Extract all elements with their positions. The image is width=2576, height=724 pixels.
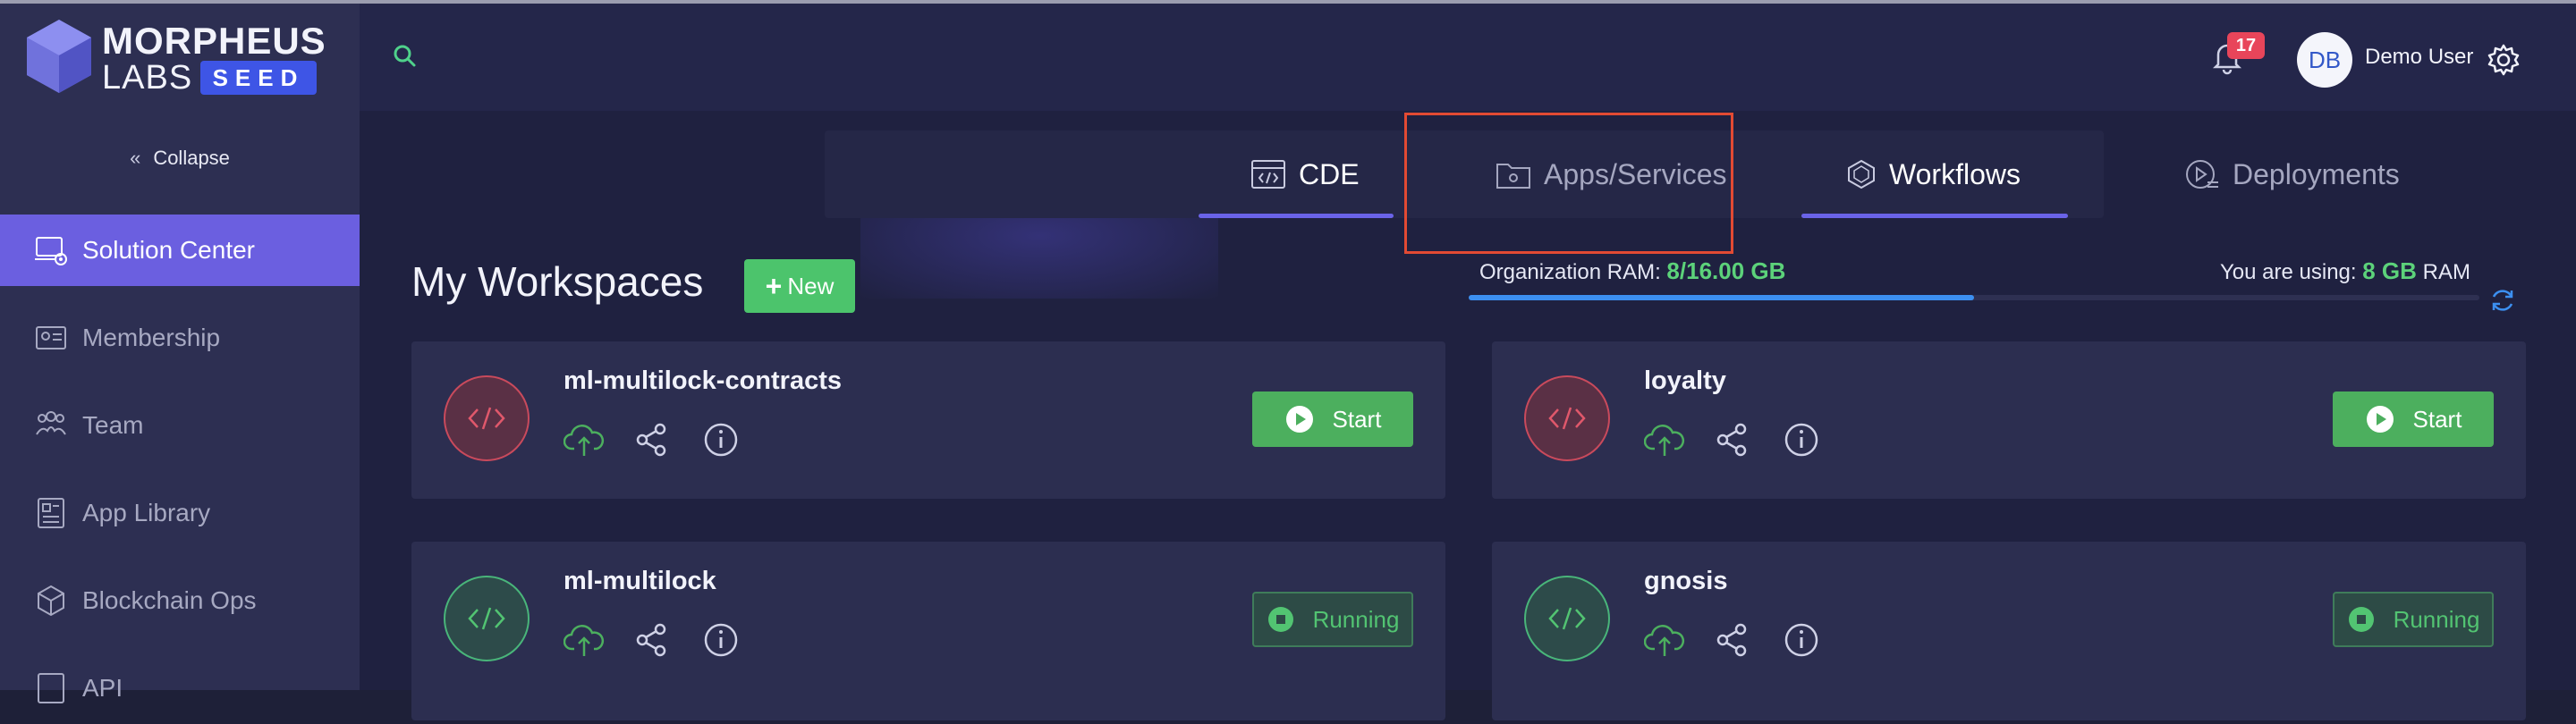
info-icon[interactable] [703,620,773,660]
sidebar-item-label: App Library [82,499,211,526]
ram-usage-bar [1469,295,2479,300]
workspace-card[interactable]: loyalty Start [1492,341,2526,499]
app-logo[interactable]: MORPHEUS LABS SEED [25,16,329,98]
workflows-tab-highlight [1404,113,1733,254]
sidebar-item-blockchain-ops[interactable]: Blockchain Ops [0,565,360,636]
team-icon [32,407,70,444]
logo-seed-badge: SEED [200,61,317,95]
workspace-name: ml-multilock [564,567,716,595]
user-ram-label: You are using: [2220,260,2357,284]
sidebar-item-api[interactable]: API [0,652,360,724]
search-icon[interactable] [392,43,419,74]
sidebar-item-label: Membership [82,324,221,351]
ram-usage-fill [1469,295,1974,300]
logo-text-labs: LABS [102,59,193,97]
deployments-play-icon [2184,157,2220,191]
tab-workflows[interactable]: Workflows [1801,130,2068,218]
org-ram-value: 8/16.00 GB [1666,257,1786,284]
code-window-icon [1250,159,1286,189]
cloud-upload-icon[interactable] [564,420,633,459]
cloud-upload-icon[interactable] [1644,620,1714,660]
stop-circle-icon [2347,605,2376,634]
share-icon[interactable] [633,420,703,459]
tab-label: Workflows [1889,157,2021,190]
plus-icon: + [765,269,783,302]
user-ram-usage: You are using: 8 GB RAM [2220,257,2470,285]
sidebar-item-team[interactable]: Team [0,390,360,461]
tab-cde[interactable]: CDE [1199,130,1394,218]
play-circle-icon [1284,404,1315,434]
workspace-card[interactable]: gnosis Running [1492,542,2526,720]
top-header: 17 DB Demo User [360,4,2576,111]
workspace-actions [1644,420,1853,459]
page-title: My Workspaces [411,258,704,305]
workflows-hexagon-icon [1846,159,1877,189]
solution-center-icon [32,232,70,269]
stop-circle-icon [1267,605,1295,634]
workspace-card[interactable]: ml-multilock Running [411,542,1445,720]
active-tab-indicator [1801,214,2068,218]
user-ram-unit: RAM [2422,260,2470,284]
code-icon [1524,576,1610,661]
logo-text-morpheus: MORPHEUS [102,20,326,62]
sidebar-item-membership[interactable]: Membership [0,302,360,374]
workspace-name: loyalty [1644,366,1726,395]
cloud-upload-icon[interactable] [564,620,633,660]
sidebar-item-label: Team [82,411,144,439]
refresh-icon[interactable] [2488,286,2517,319]
workspace-actions [564,620,773,660]
start-button[interactable]: Start [1252,391,1413,447]
workspace-name: ml-multilock-contracts [564,366,842,395]
start-button[interactable]: Start [2333,391,2494,447]
gear-icon[interactable] [2487,43,2521,81]
collapse-button[interactable]: « Collapse [0,147,360,191]
org-ram-label: Organization RAM: [1479,260,1661,284]
tab-label: Deployments [2233,157,2400,190]
notification-count-badge: 17 [2227,32,2265,59]
running-status-button[interactable]: Running [1252,592,1413,647]
info-icon[interactable] [1784,420,1853,459]
membership-icon [32,319,70,357]
share-icon[interactable] [633,620,703,660]
tab-deployments[interactable]: Deployments [2157,130,2426,218]
new-button-label: New [787,272,835,299]
avatar[interactable]: DB [2297,32,2352,88]
api-icon [32,669,70,707]
sidebar-item-label: Solution Center [82,236,256,264]
user-name[interactable]: Demo User [2365,45,2473,70]
workspace-actions [564,420,773,459]
new-workspace-button[interactable]: + New [744,259,855,313]
workspace-name: gnosis [1644,567,1728,595]
sidebar-item-solution-center[interactable]: Solution Center [0,215,360,286]
double-chevron-left-icon: « [130,147,141,169]
sidebar: MORPHEUS LABS SEED « Collapse Solution Ce… [0,4,360,703]
organization-ram: Organization RAM: 8/16.00 GB [1479,257,1785,285]
app-library-icon [32,494,70,532]
sidebar-item-label: Blockchain Ops [82,586,257,614]
collapse-label: Collapse [153,147,230,169]
info-icon[interactable] [703,420,773,459]
code-icon [444,375,530,461]
running-status-button[interactable]: Running [2333,592,2494,647]
code-icon [444,576,530,661]
info-icon[interactable] [1784,620,1853,660]
blockchain-ops-icon [32,582,70,619]
share-icon[interactable] [1714,620,1784,660]
cube-logo-icon [27,20,91,93]
workspace-actions [1644,620,1853,660]
user-ram-value: 8 GB [2362,257,2417,284]
running-button-label: Running [2393,605,2480,633]
workspace-card[interactable]: ml-multilock-contracts Start [411,341,1445,499]
cloud-upload-icon[interactable] [1644,420,1714,459]
share-icon[interactable] [1714,420,1784,459]
tab-label: CDE [1299,157,1360,190]
start-button-label: Start [1332,405,1382,433]
sidebar-item-app-library[interactable]: App Library [0,477,360,549]
sidebar-item-label: API [82,674,123,702]
start-button-label: Start [2412,405,2462,433]
code-icon [1524,375,1610,461]
play-circle-icon [2365,404,2395,434]
running-button-label: Running [1312,605,1400,633]
active-tab-indicator [1199,214,1394,218]
